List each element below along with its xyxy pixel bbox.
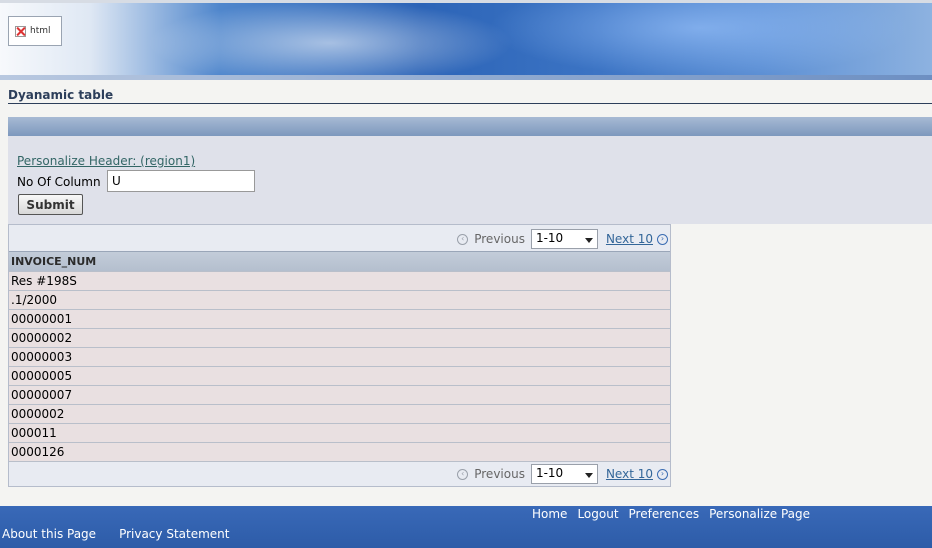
page-links: About this Page Privacy Statement <box>2 527 229 541</box>
privacy-statement-link[interactable]: Privacy Statement <box>119 527 229 541</box>
next-link[interactable]: Next 10 <box>606 232 653 246</box>
global-links: Home Logout Preferences Personalize Page <box>532 507 810 521</box>
broken-image-icon <box>15 25 26 37</box>
chevron-down-icon <box>584 473 593 478</box>
header-banner <box>0 0 932 80</box>
range-select-value: 1-10 <box>535 466 564 480</box>
table-row: 00000005 <box>9 366 670 385</box>
next-icon[interactable]: › <box>657 233 668 245</box>
page-title: Dyanamic table <box>8 88 114 102</box>
next-icon[interactable]: › <box>657 468 668 480</box>
previous-link: Previous <box>474 232 525 246</box>
home-link[interactable]: Home <box>532 507 567 521</box>
logo[interactable]: html <box>8 16 62 46</box>
submit-button[interactable]: Submit <box>18 194 83 215</box>
invoice-table: ‹ Previous 1-10 Next 10 › INVOICE_NUM Re… <box>8 224 671 487</box>
table-row: Res #198S <box>9 271 670 290</box>
table-row: 0000002 <box>9 404 670 423</box>
logo-alt-text: html <box>30 26 51 36</box>
table-nav-bottom: ‹ Previous 1-10 Next 10 › <box>9 461 670 486</box>
title-divider <box>8 103 932 104</box>
logout-link[interactable]: Logout <box>577 507 618 521</box>
previous-icon: ‹ <box>457 233 469 245</box>
table-row: .1/2000 <box>9 290 670 309</box>
table-row: 00000002 <box>9 328 670 347</box>
preferences-link[interactable]: Preferences <box>629 507 700 521</box>
table-row: 0000126 <box>9 442 670 461</box>
column-header-invoice-num[interactable]: INVOICE_NUM <box>9 251 670 271</box>
column-count-input[interactable] <box>107 170 255 192</box>
previous-icon: ‹ <box>457 468 469 480</box>
chevron-down-icon <box>584 238 593 243</box>
next-link[interactable]: Next 10 <box>606 467 653 481</box>
header-strip <box>0 75 932 80</box>
about-page-link[interactable]: About this Page <box>2 527 96 541</box>
personalize-page-link[interactable]: Personalize Page <box>709 507 810 521</box>
table-row: 00000007 <box>9 385 670 404</box>
table-row: 00000003 <box>9 347 670 366</box>
personalize-header-link[interactable]: Personalize Header: (region1) <box>17 154 195 168</box>
region-header-bar <box>8 117 932 136</box>
table-row: 00000001 <box>9 309 670 328</box>
previous-link: Previous <box>474 467 525 481</box>
range-select[interactable]: 1-10 <box>530 229 598 249</box>
range-select[interactable]: 1-10 <box>530 464 598 484</box>
column-count-label: No Of Column <box>17 175 101 189</box>
table-nav-top: ‹ Previous 1-10 Next 10 › <box>9 225 670 251</box>
table-row: 000011 <box>9 423 670 442</box>
range-select-value: 1-10 <box>535 231 564 245</box>
